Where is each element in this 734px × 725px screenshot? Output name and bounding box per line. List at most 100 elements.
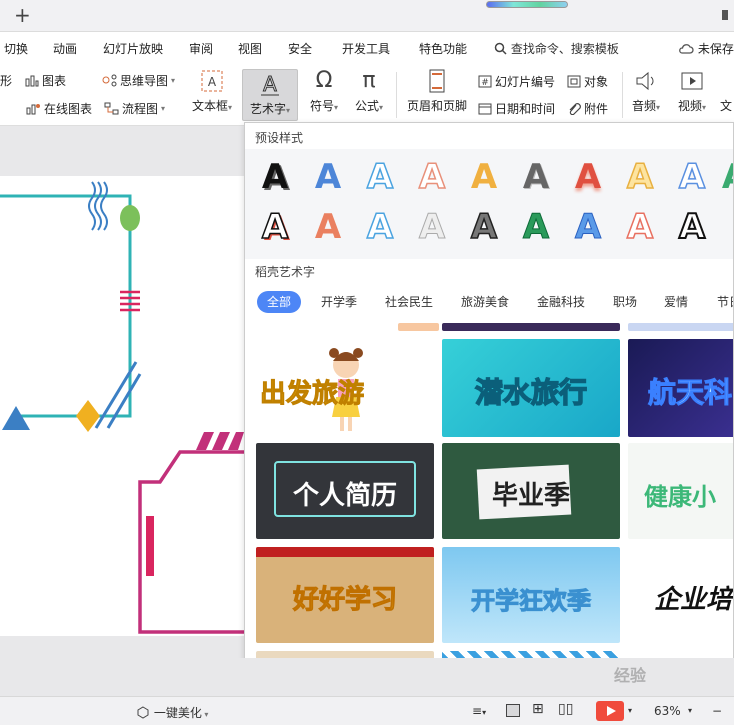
shape-button[interactable]: 形	[0, 72, 12, 89]
chevron-down-icon[interactable]: ▾	[688, 706, 692, 715]
ribbon-toolbar: 形 图表 思维导图 ▾ 在线图表 流程图 ▾ A 文本框▾ A 艺术字▾ Ω 符号▾…	[0, 64, 734, 126]
tab-finance-tech[interactable]: 金融科技	[527, 291, 595, 313]
audio-button[interactable]: 音频▾	[626, 68, 666, 114]
preset-style-3[interactable]: A	[360, 156, 400, 198]
slide-number-button[interactable]: # 幻灯片编号	[478, 73, 555, 90]
window-control-icon[interactable]	[722, 10, 728, 20]
chevron-down-icon: ▾	[379, 103, 384, 112]
preset-style-16[interactable]: A	[516, 207, 556, 248]
normal-view-icon[interactable]	[506, 704, 520, 717]
chevron-down-icon[interactable]: ▾	[628, 706, 632, 715]
mindmap-icon	[102, 74, 117, 87]
tab-all[interactable]: 全部	[257, 291, 302, 313]
object-button[interactable]: 对象	[567, 73, 608, 90]
menu-slideshow[interactable]: 幻灯片放映	[103, 40, 163, 57]
wordart-template-diving[interactable]: 潜水旅行	[442, 339, 620, 437]
wordart-template-travel[interactable]: 出发旅游	[256, 339, 434, 437]
tab-travel-food[interactable]: 旅游美食	[451, 291, 519, 313]
chevron-down-icon: ▾	[171, 76, 176, 85]
preset-style-11[interactable]: A	[255, 206, 295, 248]
formula-button[interactable]: π 公式▾	[348, 68, 390, 114]
menu-animation[interactable]: 动画	[53, 40, 77, 57]
menu-bar: 切换 动画 幻灯片放映 审阅 视图 安全 开发工具 特色功能 查找命令、搜索模板…	[0, 32, 734, 64]
beautify-button[interactable]: 一键美化 ▾	[136, 704, 208, 721]
pi-icon: π	[362, 68, 376, 93]
preset-style-18[interactable]: A	[620, 206, 660, 248]
preset-style-17[interactable]: A	[568, 207, 608, 248]
menu-view[interactable]: 视图	[238, 40, 262, 57]
svg-text:A: A	[208, 75, 217, 89]
grid-view-icon[interactable]: ⊞	[532, 701, 544, 717]
wordart-template-corporate[interactable]: 企业培	[628, 547, 733, 643]
wordart-template-school-carnival[interactable]: 开学狂欢季	[442, 547, 620, 643]
header-footer-button[interactable]: 页眉和页脚	[404, 68, 470, 114]
datetime-label: 日期和时间	[495, 102, 556, 116]
thumbnail-partial[interactable]	[442, 323, 620, 331]
object-label: 对象	[584, 75, 609, 89]
menu-developer[interactable]: 开发工具	[342, 40, 390, 57]
tab-society[interactable]: 社会民生	[375, 291, 443, 313]
preset-style-14[interactable]: A	[412, 207, 452, 248]
wordart-icon: A	[261, 72, 279, 97]
notes-menu-icon[interactable]: ≡▾	[472, 704, 486, 718]
reading-view-icon[interactable]: ▯▯	[558, 701, 573, 717]
preset-style-15[interactable]: A	[464, 206, 504, 248]
preset-style-8[interactable]: A	[620, 156, 660, 198]
textbox-button[interactable]: A 文本框▾	[188, 68, 236, 114]
mindmap-button[interactable]: 思维导图 ▾	[102, 72, 175, 89]
preset-style-19[interactable]: A	[672, 206, 712, 248]
text-button[interactable]: 文	[718, 68, 734, 114]
preset-style-1[interactable]: A	[255, 157, 295, 197]
command-search[interactable]: 查找命令、搜索模板	[494, 40, 619, 57]
video-button[interactable]: 视频▾	[672, 68, 712, 114]
flowchart-icon	[104, 102, 119, 115]
chart-button[interactable]: 图表	[25, 72, 66, 89]
preset-style-5[interactable]: A	[464, 157, 504, 197]
wordart-template-graduation[interactable]: 毕业季	[442, 443, 620, 539]
menu-transition[interactable]: 切换	[4, 40, 28, 57]
speaker-icon	[636, 71, 654, 91]
symbol-button[interactable]: Ω 符号▾	[302, 68, 346, 114]
attachment-button[interactable]: 附件	[567, 100, 608, 117]
flowchart-button[interactable]: 流程图 ▾	[104, 100, 165, 117]
slide[interactable]	[0, 176, 244, 636]
object-icon	[567, 75, 581, 88]
slide-canvas-area	[0, 126, 244, 658]
template-title: 航天科	[648, 376, 733, 410]
wordart-template-resume[interactable]: 个人简历	[256, 443, 434, 539]
menu-security[interactable]: 安全	[288, 40, 312, 57]
thumbnail-partial[interactable]	[628, 323, 733, 331]
datetime-button[interactable]: 日期和时间	[478, 100, 555, 117]
preset-style-6[interactable]: A	[516, 157, 556, 197]
zoom-level[interactable]: 63%	[654, 704, 681, 718]
preset-style-2[interactable]: A	[308, 157, 348, 197]
preset-style-4[interactable]: A	[412, 156, 452, 198]
beautify-label: 一键美化	[153, 706, 202, 720]
tab-festival[interactable]: 节日	[707, 291, 733, 313]
wps-wordart-heading: 稻壳艺术字	[255, 265, 316, 279]
preset-style-9[interactable]: A	[672, 156, 712, 198]
wordart-template-health[interactable]: 健康小	[628, 443, 733, 539]
tab-back-to-school[interactable]: 开学季	[311, 291, 367, 313]
online-chart-button[interactable]: 在线图表	[26, 100, 92, 117]
play-slideshow-button[interactable]	[596, 701, 624, 721]
symbol-label: 符号	[309, 99, 334, 113]
preset-style-12[interactable]: A	[308, 207, 348, 247]
cloud-icon	[679, 44, 694, 54]
preset-style-7[interactable]: A	[568, 157, 608, 197]
zoom-out-button[interactable]: −	[712, 704, 722, 718]
thumbnail-partial[interactable]	[398, 323, 439, 331]
cloud-save-status[interactable]: 未保存	[678, 40, 734, 57]
tab-love[interactable]: 爱情	[654, 291, 698, 313]
flowchart-label: 流程图	[122, 102, 159, 116]
wordart-template-study[interactable]: 好好学习	[256, 547, 434, 643]
menu-special[interactable]: 特色功能	[419, 40, 467, 57]
wordart-button[interactable]: A 艺术字▾	[242, 69, 298, 121]
wordart-template-space[interactable]: 航天科	[628, 339, 733, 437]
template-title: 好好学习	[292, 585, 397, 616]
new-tab-button[interactable]: +	[14, 4, 31, 26]
menu-review[interactable]: 审阅	[189, 40, 213, 57]
tab-workplace[interactable]: 职场	[603, 291, 647, 313]
preset-style-10[interactable]: A	[715, 157, 733, 197]
preset-style-13[interactable]: A	[360, 206, 400, 248]
